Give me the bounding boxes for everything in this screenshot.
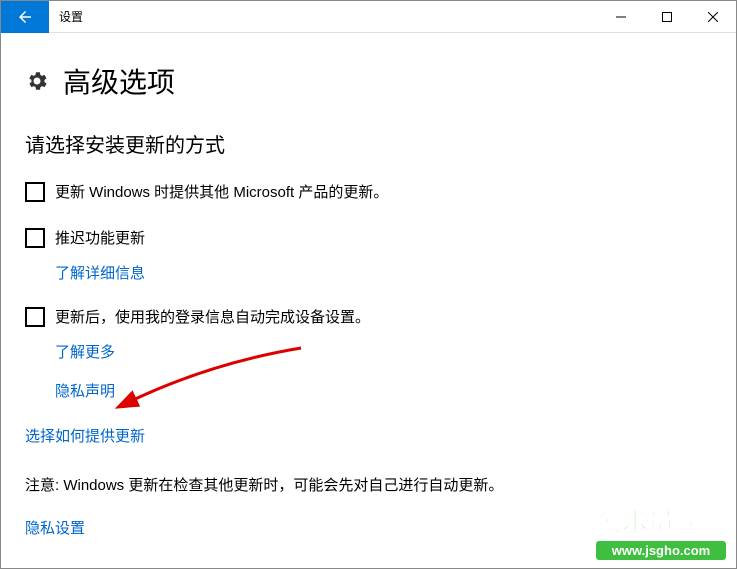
checkbox-defer-label: 推迟功能更新 (55, 228, 145, 250)
option-block-2: 推迟功能更新 了解详细信息 (25, 228, 712, 283)
maximize-button[interactable] (644, 1, 690, 33)
watermark-text: 技术员联盟 (596, 502, 726, 539)
watermark: 技术员联盟 www.jsgho.com (596, 502, 726, 560)
maximize-icon (662, 12, 672, 22)
section-subheading: 请选择安装更新的方式 (25, 129, 712, 158)
page-heading: 高级选项 (25, 61, 712, 101)
minimize-button[interactable] (598, 1, 644, 33)
arrow-left-icon (16, 8, 34, 26)
window-title: 设置 (59, 8, 83, 25)
content-area: 高级选项 请选择安装更新的方式 更新 Windows 时提供其他 Microso… (1, 33, 736, 558)
option-block-3: 更新后，使用我的登录信息自动完成设备设置。 了解更多 (25, 307, 712, 362)
delivery-optimization-link[interactable]: 选择如何提供更新 (25, 425, 145, 446)
update-note: 注意: Windows 更新在检查其他更新时，可能会先对自己进行自动更新。 (25, 474, 712, 495)
option-block-1: 更新 Windows 时提供其他 Microsoft 产品的更新。 (25, 182, 712, 204)
watermark-url: www.jsgho.com (596, 541, 726, 560)
window-controls (598, 1, 736, 33)
gear-icon (25, 69, 49, 93)
privacy-settings-link[interactable]: 隐私设置 (25, 517, 85, 538)
close-button[interactable] (690, 1, 736, 33)
back-button[interactable] (1, 1, 49, 33)
privacy-notice-link[interactable]: 隐私声明 (55, 380, 115, 401)
page-title: 高级选项 (63, 61, 175, 101)
learn-more-signin-link[interactable]: 了解更多 (55, 341, 115, 362)
checkbox-signin-label: 更新后，使用我的登录信息自动完成设备设置。 (55, 307, 370, 329)
privacy-notice-block: 隐私声明 (25, 376, 712, 401)
minimize-icon (616, 12, 626, 22)
checkbox-defer[interactable] (25, 228, 45, 248)
checkbox-ms-products-label: 更新 Windows 时提供其他 Microsoft 产品的更新。 (55, 182, 388, 204)
delivery-block: 选择如何提供更新 (25, 425, 712, 446)
checkbox-signin[interactable] (25, 307, 45, 327)
titlebar: 设置 (1, 1, 736, 33)
checkbox-ms-products[interactable] (25, 182, 45, 202)
close-icon (708, 12, 718, 22)
learn-more-defer-link[interactable]: 了解详细信息 (55, 262, 145, 283)
